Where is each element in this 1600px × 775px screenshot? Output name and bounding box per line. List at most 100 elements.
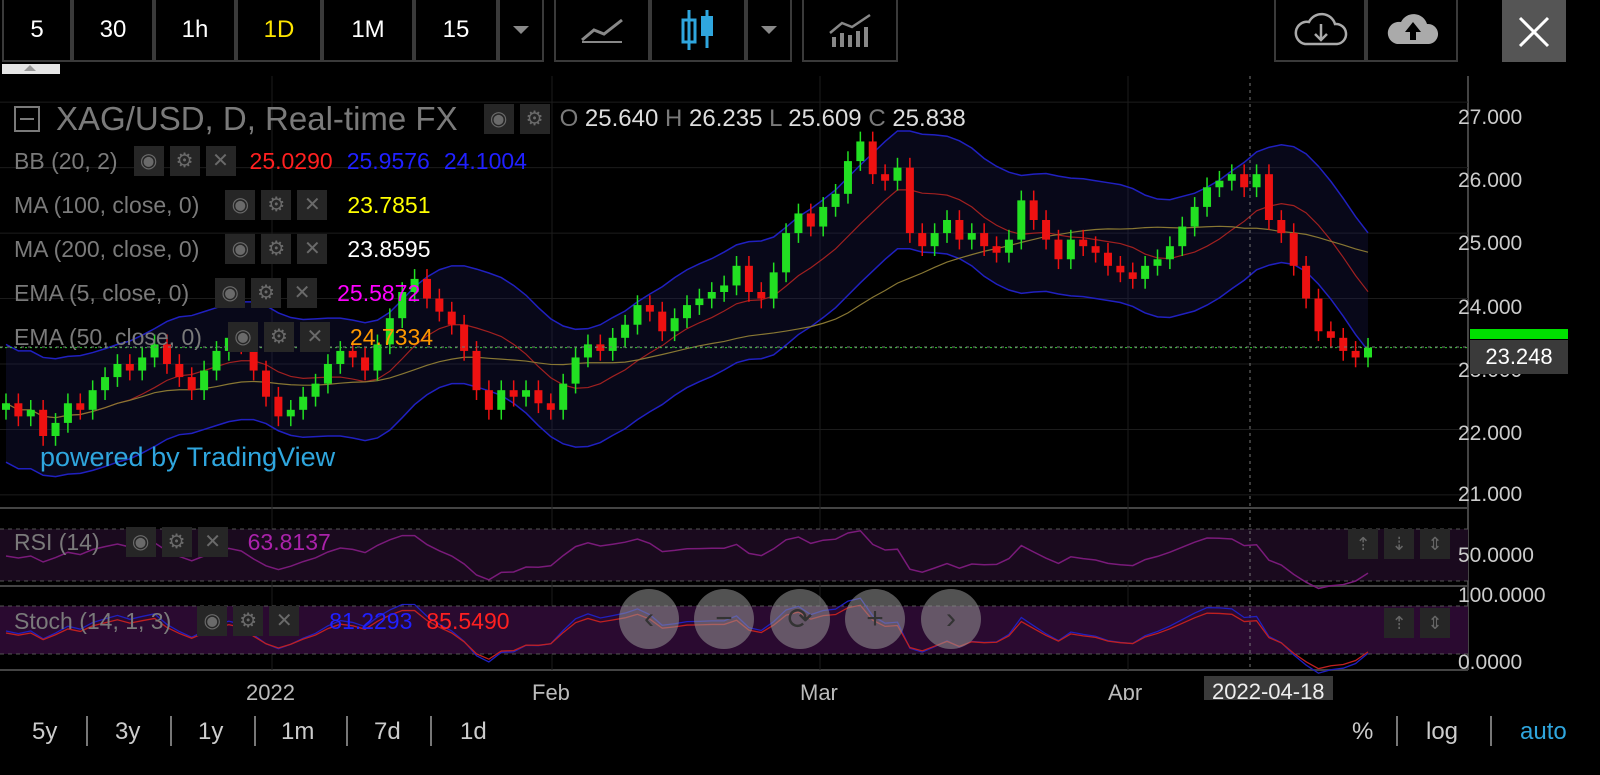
zoom-out-button[interactable]: − — [694, 589, 754, 649]
candle-body — [769, 272, 778, 299]
range-5y-button[interactable]: 5y — [32, 718, 57, 746]
range-7d-button[interactable]: 7d — [374, 718, 401, 746]
indicator-value: 23.7851 — [347, 191, 431, 218]
interval-1m-button[interactable]: 1M — [322, 0, 414, 62]
eye-icon[interactable]: ◉ — [215, 278, 246, 308]
history-scrollbar[interactable] — [0, 62, 1600, 76]
remove-icon[interactable]: ✕ — [287, 278, 318, 308]
move-down-icon[interactable]: ⇣ — [1384, 529, 1414, 559]
remove-icon[interactable]: ✕ — [197, 527, 228, 557]
range-1m-button[interactable]: 1m — [281, 718, 314, 746]
eye-icon[interactable]: ◉ — [133, 146, 164, 176]
close-button[interactable] — [1502, 0, 1566, 64]
eye-icon[interactable]: ◉ — [197, 606, 228, 636]
candle-body — [695, 298, 704, 306]
candle-body — [943, 220, 952, 234]
gear-icon[interactable]: ⚙ — [169, 146, 200, 176]
ohlc-readout: O 25.640 H 26.235 L 25.609 C 25.838 — [560, 105, 966, 133]
remove-icon[interactable]: ✕ — [299, 322, 330, 352]
candle-body — [1141, 265, 1150, 279]
gear-icon[interactable]: ⚙ — [233, 606, 264, 636]
reset-button[interactable]: ⟳ — [770, 589, 830, 649]
interval-1d-button[interactable]: 1D — [236, 0, 322, 62]
low-label: L — [769, 105, 782, 132]
auto-scale-button[interactable]: auto — [1520, 718, 1567, 746]
interval-1h-button[interactable]: 1h — [154, 0, 236, 62]
candle-body — [447, 311, 456, 325]
indicator-value: 81.2293 — [329, 607, 413, 634]
last-price-marker — [1470, 329, 1568, 339]
close-icon — [1518, 16, 1550, 48]
low-value: 25.609 — [788, 105, 862, 132]
price-axis-label: 27.000 — [1458, 106, 1523, 129]
log-scale-button[interactable]: log — [1426, 718, 1458, 746]
candle-body — [472, 350, 481, 391]
maximize-icon[interactable]: ⇕ — [1420, 608, 1450, 638]
candle-body — [51, 422, 60, 436]
gear-icon[interactable]: ⚙ — [263, 322, 294, 352]
gear-icon[interactable]: ⚙ — [251, 278, 282, 308]
eye-icon[interactable]: ◉ — [227, 322, 258, 352]
candle-body — [299, 396, 308, 410]
rsi-pane-controls: ⇡ ⇣ ⇕ — [1348, 529, 1450, 559]
percent-scale-button[interactable]: % — [1352, 718, 1373, 746]
move-up-icon[interactable]: ⇡ — [1348, 529, 1378, 559]
candle-body — [1351, 350, 1360, 358]
candle-body — [980, 233, 989, 247]
gear-icon[interactable]: ⚙ — [519, 104, 550, 134]
move-up-icon[interactable]: ⇡ — [1384, 608, 1414, 638]
candle-body — [1165, 246, 1174, 260]
gear-icon[interactable]: ⚙ — [261, 234, 292, 264]
divider — [346, 716, 348, 746]
candle-body — [992, 246, 1001, 253]
candle-body — [26, 409, 35, 417]
range-1y-button[interactable]: 1y — [198, 718, 223, 746]
scroll-right-button[interactable]: › — [921, 589, 981, 649]
line-chart-button[interactable] — [554, 0, 650, 62]
cloud-upload-button[interactable] — [1366, 0, 1458, 62]
chart-area[interactable]: XAG/USD, D, Real-time FX ◉ ⚙ O 25.640 H … — [0, 76, 1600, 708]
candle-body — [262, 370, 271, 397]
candlestick-chart-button[interactable] — [650, 0, 746, 62]
remove-icon[interactable]: ✕ — [269, 606, 300, 636]
eye-icon[interactable]: ◉ — [225, 190, 256, 220]
scroll-left-button[interactable]: ‹ — [619, 589, 679, 649]
scrollbar-thumb[interactable] — [2, 64, 60, 74]
maximize-icon[interactable]: ⇕ — [1420, 529, 1450, 559]
tradingview-watermark[interactable]: powered by TradingView — [40, 442, 335, 473]
interval-30-button[interactable]: 30 — [72, 0, 154, 62]
interval-dropdown-button[interactable] — [498, 0, 544, 62]
gear-icon[interactable]: ⚙ — [261, 190, 292, 220]
line-chart-icon — [581, 18, 623, 43]
toolbar: 5 30 1h 1D 1M 15 — [0, 0, 1600, 64]
candle-body — [893, 167, 902, 181]
candle-body — [744, 265, 753, 292]
cloud-download-button[interactable] — [1274, 0, 1366, 62]
candle-body — [1339, 337, 1348, 351]
interval-15-button[interactable]: 15 — [414, 0, 498, 62]
range-3y-button[interactable]: 3y — [115, 718, 140, 746]
chevron-down-icon — [761, 26, 777, 34]
zoom-in-button[interactable]: + — [845, 589, 905, 649]
eye-icon[interactable]: ◉ — [483, 104, 514, 134]
candle-body — [63, 403, 72, 423]
eye-icon[interactable]: ◉ — [225, 234, 256, 264]
collapse-icon[interactable] — [14, 106, 40, 132]
eye-icon[interactable]: ◉ — [125, 527, 156, 557]
candle-body — [1128, 272, 1137, 279]
candle-body — [88, 390, 97, 410]
chevron-down-icon — [513, 26, 529, 34]
close-value: 25.838 — [892, 105, 966, 132]
candle-body — [39, 409, 48, 436]
candle-body — [1103, 252, 1112, 266]
chart-type-dropdown-button[interactable] — [746, 0, 792, 62]
interval-5-button[interactable]: 5 — [2, 0, 72, 62]
remove-icon[interactable]: ✕ — [297, 190, 328, 220]
candle-body — [1252, 174, 1261, 188]
remove-icon[interactable]: ✕ — [297, 234, 328, 264]
gear-icon[interactable]: ⚙ — [161, 527, 192, 557]
range-1d-button[interactable]: 1d — [460, 718, 487, 746]
remove-icon[interactable]: ✕ — [205, 146, 236, 176]
indicators-button[interactable] — [802, 0, 898, 62]
candle-body — [1066, 239, 1075, 260]
